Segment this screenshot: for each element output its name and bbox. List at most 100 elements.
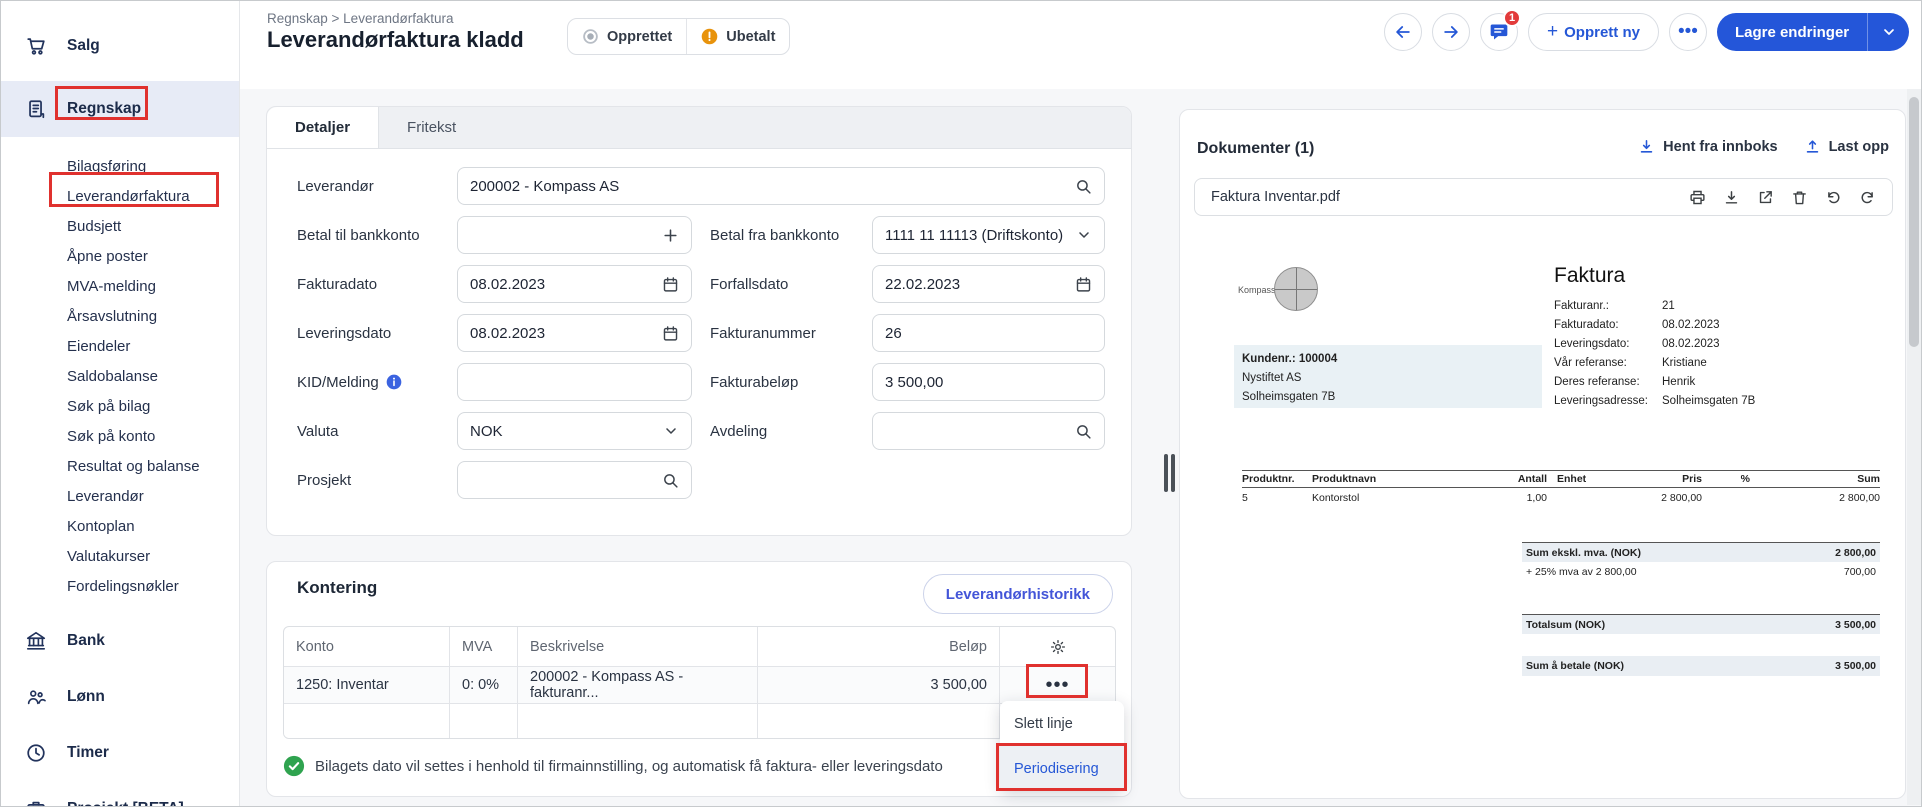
comments-button[interactable]: 1 — [1480, 9, 1521, 51]
sidebar-subitem--pne-poster[interactable]: Åpne poster — [1, 241, 239, 271]
chevron-icon — [1076, 227, 1092, 243]
valuta-input[interactable]: NOK — [457, 412, 692, 450]
fakturabel-p-input[interactable]: 3 500,00 — [872, 363, 1105, 401]
clock-icon — [25, 742, 47, 764]
sidebar-subitem-eiendeler[interactable]: Eiendeler — [1, 331, 239, 361]
page-title: Leverandørfaktura kladd — [267, 27, 524, 52]
sidebar-item-label: Lønn — [67, 688, 105, 705]
avdeling-input[interactable] — [872, 412, 1105, 450]
fetch-from-inbox-link[interactable]: Hent fra innboks — [1638, 138, 1778, 155]
field-label: KID/Melding — [297, 374, 457, 391]
forward-button[interactable] — [1432, 13, 1470, 51]
download-icon[interactable] — [1723, 189, 1740, 206]
sidebar-subitem--rsavslutning[interactable]: Årsavslutning — [1, 301, 239, 331]
leveringsdato-input[interactable]: 08.02.2023 — [457, 314, 692, 352]
cell-actions: ••• — [1000, 667, 1115, 703]
create-new-button[interactable]: + Opprett ny — [1528, 13, 1659, 51]
tab-detaljer[interactable]: Detaljer — [267, 107, 380, 148]
page-scrollbar[interactable] — [1907, 89, 1921, 805]
sidebar-subitem-s-k-p-bilag[interactable]: Søk på bilag — [1, 391, 239, 421]
sidebar-subitem-saldobalanse[interactable]: Saldobalanse — [1, 361, 239, 391]
document-file-row[interactable]: Faktura Inventar.pdf — [1194, 178, 1893, 216]
invoice-total-row: + 25% mva av 2 800,00 700,00 — [1522, 562, 1880, 582]
sidebar-subitem-mva-melding[interactable]: MVA-melding — [1, 271, 239, 301]
bank-icon — [25, 630, 47, 652]
sidebar-subitem-leverand-r[interactable]: Leverandør — [1, 481, 239, 511]
tab-fritekst[interactable]: Fritekst — [379, 107, 484, 148]
customer-number: Kundenr.: 100004 — [1242, 353, 1338, 365]
total-label: + 25% mva av 2 800,00 — [1526, 566, 1637, 578]
sidebar-subitem-budsjett[interactable]: Budsjett — [1, 211, 239, 241]
sidebar-subitem-fordelingsn-kler[interactable]: Fordelingsnøkler — [1, 571, 239, 601]
print-icon[interactable] — [1689, 189, 1706, 206]
kid-melding-input[interactable] — [457, 363, 692, 401]
header-actions: 1 + Opprett ny ••• Lagre endringer — [1384, 9, 1910, 51]
gear-icon[interactable] — [1049, 638, 1067, 656]
sidebar-subitem-valutakurser[interactable]: Valutakurser — [1, 541, 239, 571]
invoice-meta-row: Deres referanse: Henrik — [1554, 372, 1755, 391]
empty-cell[interactable] — [450, 704, 518, 738]
menu-item-slett-linje[interactable]: Slett linje — [1000, 701, 1124, 746]
forfallsdato-input[interactable]: 22.02.2023 — [872, 265, 1105, 303]
arrow-right-icon — [1441, 22, 1461, 42]
sidebar-subitem-bilagsf-ring[interactable]: Bilagsføring — [1, 151, 239, 181]
upload-link[interactable]: Last opp — [1804, 138, 1889, 155]
rotate-left-icon[interactable] — [1825, 189, 1842, 206]
cell-belop[interactable]: 3 500,00 — [758, 667, 1000, 703]
invoice-meta-value: 21 — [1662, 299, 1675, 312]
betal-fra-bankkonto-input[interactable]: 1111 11 11113 (Driftskonto) — [872, 216, 1105, 254]
kontering-empty-row[interactable] — [284, 704, 1115, 738]
leverand-r-input[interactable]: 200002 - Kompass AS — [457, 167, 1105, 205]
sidebar-item-salg[interactable]: Salg — [1, 25, 239, 67]
sidebar-item-prosjekt[interactable]: Prosjekt [BETA] — [1, 781, 239, 806]
kontering-row[interactable]: 1250: Inventar 0: 0% 200002 - Kompass AS -… — [284, 667, 1115, 704]
sidebar-item-regnskap[interactable]: Regnskap — [1, 81, 239, 137]
column-header-konto: Konto — [284, 627, 450, 666]
panel-splitter-handle[interactable] — [1164, 454, 1175, 492]
supplier-history-button[interactable]: Leverandørhistorikk — [922, 574, 1113, 614]
invoice-col-5: % — [1740, 473, 1750, 485]
cell-konto[interactable]: 1250: Inventar — [284, 667, 450, 703]
search-icon[interactable] — [1075, 178, 1092, 195]
fakturanummer-input[interactable]: 26 — [872, 314, 1105, 352]
field-label: Prosjekt — [297, 472, 457, 489]
sidebar-item-bank[interactable]: Bank — [1, 613, 239, 669]
sidebar-subitem-leverand-rfaktura[interactable]: Leverandørfaktura — [1, 181, 239, 211]
rotate-right-icon[interactable] — [1859, 189, 1876, 206]
row-menu-button[interactable]: ••• — [1045, 675, 1069, 695]
sidebar-item-timer[interactable]: Timer — [1, 725, 239, 781]
empty-cell[interactable] — [284, 704, 450, 738]
delete-icon[interactable] — [1791, 189, 1808, 206]
documents-title: Dokumenter (1) — [1197, 140, 1315, 157]
input-value: 08.02.2023 — [470, 275, 546, 293]
invoice-col-1: Produktnavn — [1312, 473, 1377, 485]
open-external-icon[interactable] — [1757, 189, 1774, 206]
breadcrumb[interactable]: Regnskap > Leverandørfaktura — [267, 11, 453, 26]
betal-til-bankkonto-input[interactable] — [457, 216, 692, 254]
sidebar-subitem-resultat-og-balanse[interactable]: Resultat og balanse — [1, 451, 239, 481]
save-changes-button[interactable]: Lagre endringer — [1716, 13, 1910, 51]
field-label-text: Fakturadato — [297, 275, 378, 293]
search-icon[interactable] — [662, 472, 679, 489]
empty-cell[interactable] — [758, 704, 1000, 738]
scrollbar-thumb[interactable] — [1909, 97, 1919, 347]
info-message: Bilagets dato vil settes i henhold til f… — [283, 755, 1113, 777]
back-button[interactable] — [1384, 13, 1422, 51]
more-options-button[interactable]: ••• — [1668, 13, 1707, 51]
invoice-meta-row: Fakturadato: 08.02.2023 — [1554, 315, 1755, 334]
invoice-preview[interactable]: Kompass AS Faktura Fakturanr.: 21 Fakturad… — [1194, 232, 1893, 792]
fakturadato-input[interactable]: 08.02.2023 — [457, 265, 692, 303]
sidebar-subitem-kontoplan[interactable]: Kontoplan — [1, 511, 239, 541]
empty-cell[interactable] — [518, 704, 758, 738]
sidebar-item-label: Timer — [67, 744, 109, 761]
prosjekt-input[interactable] — [457, 461, 692, 499]
cell-beskrivelse[interactable]: 200002 - Kompass AS - fakturanr... — [518, 667, 758, 703]
search-icon[interactable] — [1075, 423, 1092, 440]
sidebar-item-lonn[interactable]: Lønn — [1, 669, 239, 725]
save-dropdown-toggle[interactable] — [1867, 13, 1909, 51]
invoice-meta-label: Fakturanr.: — [1554, 299, 1609, 312]
menu-item-periodisering[interactable]: Periodisering — [1000, 746, 1124, 791]
row-context-menu: Slett linje Periodisering — [1000, 701, 1124, 791]
sidebar-subitem-s-k-p-konto[interactable]: Søk på konto — [1, 421, 239, 451]
cell-mva[interactable]: 0: 0% — [450, 667, 518, 703]
